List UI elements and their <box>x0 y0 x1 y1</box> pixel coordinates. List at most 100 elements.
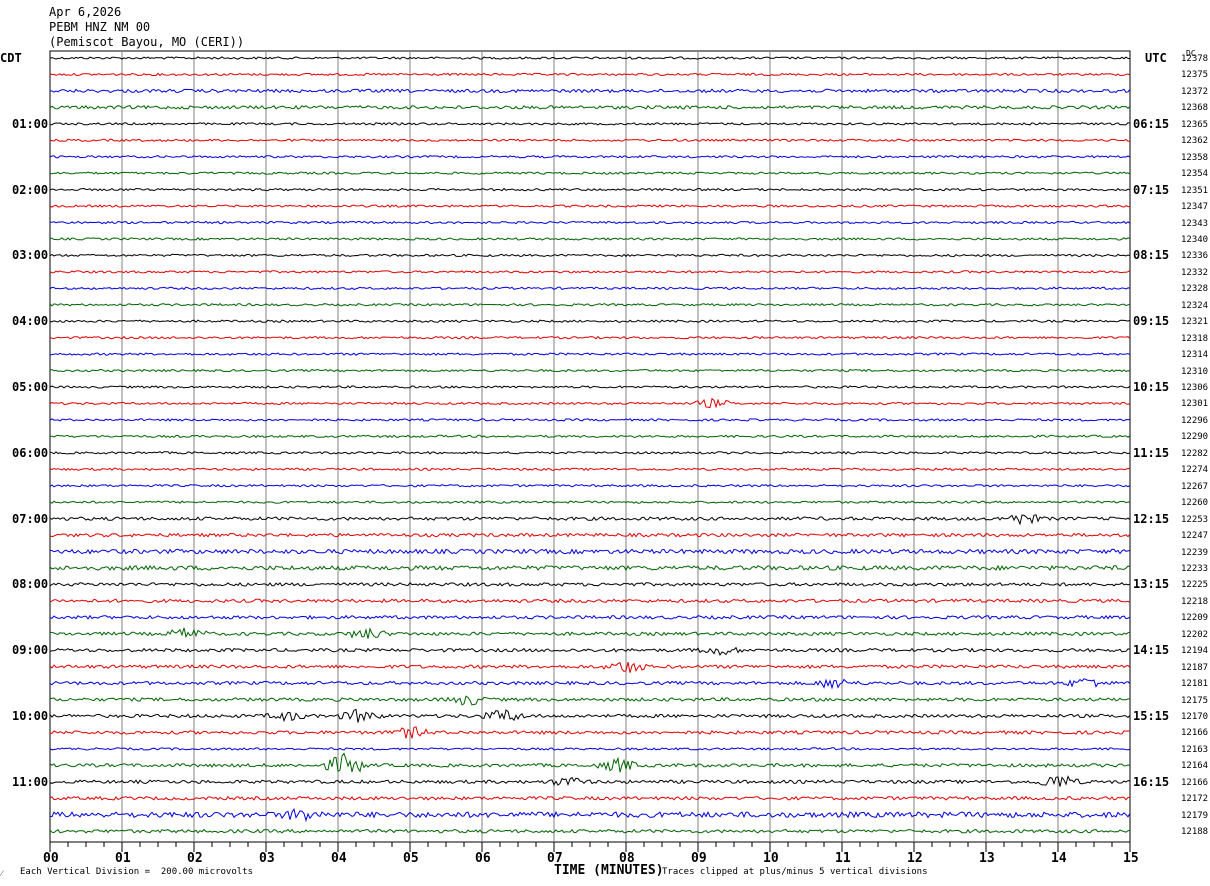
dc-offset-value: 12179 <box>1181 811 1209 821</box>
dc-offset-value: 12362 <box>1181 136 1209 146</box>
left-hour-label: 01:00 <box>12 117 49 131</box>
dc-offset-value: 12164 <box>1181 761 1209 771</box>
seismic-trace <box>49 171 1131 175</box>
x-tick-label: 03 <box>259 851 275 866</box>
left-hour-label: 06:00 <box>12 446 49 460</box>
dc-offset-value: 12306 <box>1181 383 1209 393</box>
right-hour-label: 08:15 <box>1133 248 1170 262</box>
seismic-trace <box>49 627 1131 639</box>
seismic-trace <box>49 104 1131 110</box>
dc-offset-value: 12274 <box>1181 465 1209 475</box>
seismic-trace <box>49 286 1131 291</box>
dc-offset-value: 12328 <box>1181 284 1209 294</box>
dc-offset-value: 12336 <box>1181 251 1209 261</box>
x-tick-label: 00 <box>43 851 59 866</box>
dc-offset-value: 12354 <box>1181 169 1209 179</box>
right-hour-label: 15:15 <box>1133 709 1170 723</box>
seismic-trace <box>49 253 1131 258</box>
dc-offset-value: 12218 <box>1181 597 1209 607</box>
seismic-trace <box>49 514 1131 526</box>
seismic-trace <box>49 564 1131 572</box>
dc-offset-value: 12375 <box>1181 70 1209 80</box>
seismic-trace <box>49 368 1131 373</box>
right-hour-label: 13:15 <box>1133 577 1170 591</box>
dc-offset-value: 12324 <box>1181 301 1209 311</box>
seismic-trace <box>49 483 1131 488</box>
left-hour-label: 07:00 <box>12 512 49 526</box>
clip-note: Traces clipped at plus/minus 5 vertical … <box>662 867 928 877</box>
dc-offset-value: 12172 <box>1181 794 1209 804</box>
dc-offset-value: 12239 <box>1181 548 1209 558</box>
x-tick-label: 01 <box>115 851 131 866</box>
seismic-trace <box>49 695 1130 706</box>
left-hour-label: 03:00 <box>12 248 49 262</box>
seismic-trace <box>49 56 1131 60</box>
seismic-trace <box>49 319 1131 323</box>
dc-offset-value: 12188 <box>1181 827 1209 837</box>
left-hour-label: 08:00 <box>12 577 49 591</box>
seismic-trace <box>49 646 1131 656</box>
left-hour-label: 05:00 <box>12 380 49 394</box>
seismic-trace <box>49 532 1131 538</box>
left-hour-label: 09:00 <box>12 643 49 657</box>
dc-offset-value: 12170 <box>1181 712 1209 722</box>
seismic-trace <box>49 775 1131 787</box>
dc-offset-value: 12332 <box>1181 268 1209 278</box>
right-hour-label: 06:15 <box>1133 117 1170 131</box>
dc-offset-value: 12166 <box>1181 778 1209 788</box>
dc-offset-value: 12202 <box>1181 630 1209 640</box>
dc-offset-value: 12247 <box>1181 531 1209 541</box>
dc-offset-value: 12175 <box>1181 696 1209 706</box>
seismic-trace <box>49 467 1131 471</box>
seismic-trace <box>49 303 1131 307</box>
dc-offset-value: 12368 <box>1181 103 1209 113</box>
right-hour-label: 11:15 <box>1133 446 1170 460</box>
dc-offset-value: 12301 <box>1181 399 1209 409</box>
dc-offset-value: 12163 <box>1181 745 1209 755</box>
left-hour-label: 11:00 <box>12 775 49 789</box>
seismic-trace <box>49 581 1131 587</box>
dc-offset-value: 12310 <box>1181 367 1209 377</box>
dc-offset-value: 12358 <box>1181 153 1209 163</box>
dc-offset-value: 12365 <box>1181 120 1209 130</box>
seismic-trace <box>49 220 1131 225</box>
seismic-trace <box>49 828 1131 834</box>
seismic-trace <box>49 500 1131 504</box>
left-hour-label: 04:00 <box>12 314 49 328</box>
corner-mark: ⁄ <box>1 869 3 878</box>
dc-offset-value: 12343 <box>1181 219 1209 229</box>
seismic-trace <box>49 598 1131 604</box>
dc-offset-value: 12166 <box>1181 728 1209 738</box>
seismic-trace <box>49 747 1131 751</box>
right-hour-label: 12:15 <box>1133 512 1170 526</box>
seismic-trace <box>49 795 1131 801</box>
dc-offset-value: 12378 <box>1181 54 1209 64</box>
dc-offset-value: 12233 <box>1181 564 1209 574</box>
x-tick-label: 06 <box>475 851 491 866</box>
dc-offset-value: 12318 <box>1181 334 1209 344</box>
seismic-trace <box>49 678 1131 690</box>
seismic-trace <box>49 385 1131 389</box>
seismic-trace <box>49 434 1131 439</box>
left-hour-label: 10:00 <box>12 709 49 723</box>
right-hour-label: 16:15 <box>1133 775 1170 789</box>
seismic-trace <box>49 418 1131 422</box>
dc-offset-value: 12187 <box>1181 663 1209 673</box>
seismic-trace <box>49 88 1131 94</box>
dc-offset-value: 12372 <box>1181 87 1209 97</box>
x-tick-label: 09 <box>691 851 707 866</box>
seismic-trace <box>49 614 1131 620</box>
seismic-trace <box>49 122 1131 126</box>
seismic-trace <box>49 237 1131 241</box>
seismic-trace <box>49 352 1131 356</box>
x-tick-label: 15 <box>1123 851 1139 866</box>
dc-offset-value: 12225 <box>1181 580 1209 590</box>
scale-note: Each Vertical Division = 200.00 microvol… <box>20 867 253 877</box>
dc-offset-value: 12253 <box>1181 515 1209 525</box>
dc-offset-value: 12321 <box>1181 317 1209 327</box>
dc-offset-value: 12260 <box>1181 498 1209 508</box>
x-tick-label: 11 <box>835 851 851 866</box>
seismic-trace <box>49 726 1130 739</box>
dc-offset-value: 12296 <box>1181 416 1209 426</box>
x-tick-label: 12 <box>907 851 923 866</box>
